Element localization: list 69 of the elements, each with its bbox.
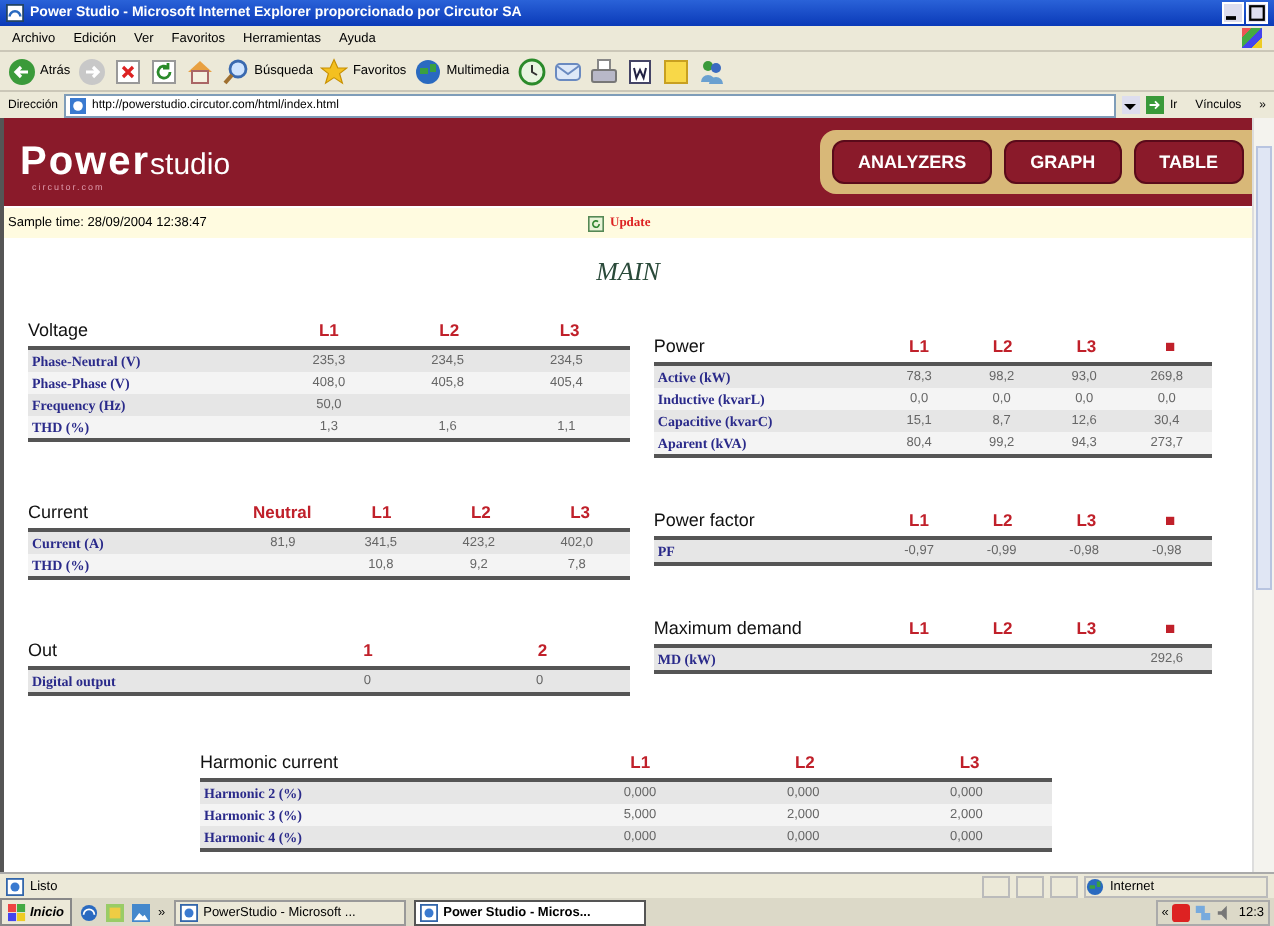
maximize-button[interactable] xyxy=(1246,2,1268,24)
column-header: ■ xyxy=(1164,509,1176,529)
table-title: Current xyxy=(28,501,89,521)
column-header: L1 xyxy=(909,335,929,355)
people-icon[interactable] xyxy=(697,57,726,85)
windows-logo xyxy=(8,903,26,921)
printer-icon[interactable] xyxy=(589,57,618,85)
column-header: L2 xyxy=(992,617,1013,637)
minimize-icon xyxy=(1226,16,1236,20)
status-pane xyxy=(1050,875,1078,897)
logo-text: Power xyxy=(20,139,151,183)
table-title: Power xyxy=(653,335,705,355)
page-icon xyxy=(6,877,24,895)
column-header: 1 xyxy=(363,639,373,659)
column-header: L3 xyxy=(959,751,980,771)
column-header: L3 xyxy=(1076,617,1097,637)
refresh-icon[interactable] xyxy=(588,215,604,231)
column-header: L2 xyxy=(794,751,815,771)
table-title: Harmonic current xyxy=(200,751,339,771)
column-header: L2 xyxy=(992,509,1013,529)
search-icon[interactable] xyxy=(222,57,251,85)
column-header: Neutral xyxy=(252,501,312,521)
globe-icon[interactable] xyxy=(414,57,443,85)
column-header: L1 xyxy=(909,509,929,529)
image-icon[interactable] xyxy=(131,903,150,921)
maximize-icon xyxy=(1248,4,1266,22)
browser-icon xyxy=(6,4,24,22)
page-icon xyxy=(70,97,87,113)
column-header: L2 xyxy=(470,501,491,521)
history-icon[interactable] xyxy=(517,57,546,85)
column-header: L1 xyxy=(909,617,929,637)
column-header: ■ xyxy=(1164,617,1176,637)
column-header: L2 xyxy=(992,335,1013,355)
column-header: ■ xyxy=(1164,335,1176,355)
status-pane xyxy=(982,875,1010,897)
page-title: MAIN xyxy=(594,254,663,290)
table-title: Power factor xyxy=(653,509,755,529)
table-title: Maximum demand xyxy=(653,617,802,637)
column-header: L1 xyxy=(318,319,339,339)
status-pane xyxy=(1016,875,1044,897)
shield-icon[interactable] xyxy=(1172,903,1191,921)
column-header: L2 xyxy=(439,319,460,339)
windows-logo xyxy=(1242,28,1262,48)
column-header: L3 xyxy=(570,501,591,521)
refresh-icon[interactable] xyxy=(150,57,179,85)
go-icon[interactable] xyxy=(1145,96,1164,114)
column-header: L3 xyxy=(1076,335,1097,355)
column-header: L3 xyxy=(559,319,580,339)
column-header: L1 xyxy=(371,501,392,521)
scrollbar[interactable] xyxy=(1252,118,1274,872)
back-icon[interactable] xyxy=(8,57,36,85)
page-icon xyxy=(179,903,198,921)
column-header: L1 xyxy=(630,751,651,771)
minimize-button[interactable] xyxy=(1222,2,1244,24)
page-icon xyxy=(419,903,438,921)
nav-button[interactable]: ANALYZERS xyxy=(831,140,993,184)
nav-button[interactable]: TABLE xyxy=(1133,140,1244,184)
star-icon[interactable] xyxy=(320,57,349,85)
globe-icon xyxy=(1086,877,1104,895)
table-title: Out xyxy=(28,639,58,659)
stop-icon[interactable] xyxy=(114,57,143,85)
column-header: 2 xyxy=(537,639,548,659)
table-title: Voltage xyxy=(28,319,89,339)
logo-suffix: studio xyxy=(150,147,231,181)
browser-icon[interactable] xyxy=(79,903,98,921)
nav-button[interactable]: GRAPH xyxy=(1004,140,1122,184)
house-icon[interactable] xyxy=(186,57,215,85)
document-icon[interactable] xyxy=(625,57,654,85)
column-header: L3 xyxy=(1076,509,1097,529)
